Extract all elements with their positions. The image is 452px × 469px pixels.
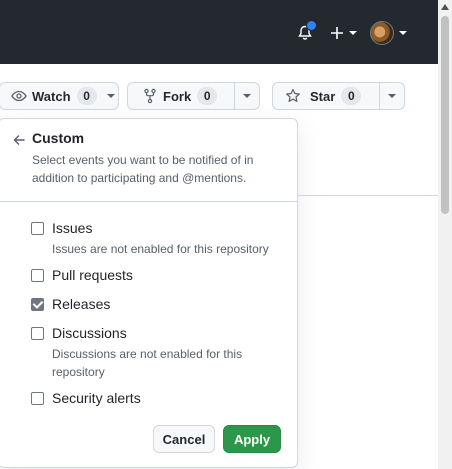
watch-count: 0 <box>76 87 97 105</box>
watch-label: Watch <box>32 88 71 104</box>
notification-indicator <box>306 20 317 31</box>
custom-notifications-popover: Custom Select events you want to be noti… <box>0 118 298 468</box>
fork-count: 0 <box>197 87 218 105</box>
global-header <box>0 0 438 64</box>
security-alerts-checkbox[interactable] <box>31 392 44 405</box>
fork-label: Fork <box>163 88 192 104</box>
star-label: Star <box>310 88 336 104</box>
avatar <box>369 21 394 45</box>
watch-button-group: Watch 0 <box>0 82 119 110</box>
fork-button-group: Fork 0 <box>127 82 260 110</box>
chevron-down-icon <box>388 94 396 98</box>
option-note: Discussions are not enabled for this rep… <box>52 347 243 379</box>
plus-icon <box>330 27 343 39</box>
popover-title: Custom <box>32 130 85 146</box>
star-button-group: Star 0 <box>272 82 405 110</box>
discussions-checkbox[interactable] <box>31 327 44 340</box>
option-label: Releases <box>52 296 111 312</box>
chevron-down-icon <box>106 94 115 98</box>
scroll-up-arrow-icon[interactable] <box>441 4 449 10</box>
issues-checkbox[interactable] <box>31 222 44 235</box>
star-count: 0 <box>341 87 362 105</box>
eye-icon <box>11 88 27 104</box>
chevron-down-icon <box>348 31 357 35</box>
releases-checkbox[interactable] <box>31 298 44 311</box>
repo-forked-icon <box>142 88 158 104</box>
option-label: Security alerts <box>52 390 141 406</box>
fork-menu-button[interactable] <box>235 83 259 109</box>
popover-header: Custom Select events you want to be noti… <box>0 119 297 202</box>
chevron-down-icon <box>243 94 251 98</box>
star-icon <box>285 88 301 104</box>
content-divider <box>297 195 438 196</box>
user-menu-button[interactable] <box>368 20 408 46</box>
page-scrollbar[interactable] <box>438 0 452 469</box>
chevron-down-icon <box>398 31 407 35</box>
create-new-button[interactable] <box>326 20 360 46</box>
scrollbar-thumb[interactable] <box>441 16 449 214</box>
option-note: Issues are not enabled for this reposito… <box>52 242 269 256</box>
fork-button[interactable]: Fork 0 <box>128 83 234 109</box>
option-label: Issues <box>52 220 93 236</box>
star-button[interactable]: Star 0 <box>273 83 379 109</box>
option-label: Pull requests <box>52 267 133 283</box>
cancel-button[interactable]: Cancel <box>153 425 215 453</box>
watch-button[interactable]: Watch 0 <box>0 83 123 109</box>
popover-description: Select events you want to be notified of… <box>32 153 254 185</box>
star-menu-button[interactable] <box>380 83 404 109</box>
pull-requests-checkbox[interactable] <box>31 269 44 282</box>
apply-button[interactable]: Apply <box>223 425 281 453</box>
option-label: Discussions <box>52 325 127 341</box>
arrow-left-icon[interactable] <box>11 132 27 148</box>
